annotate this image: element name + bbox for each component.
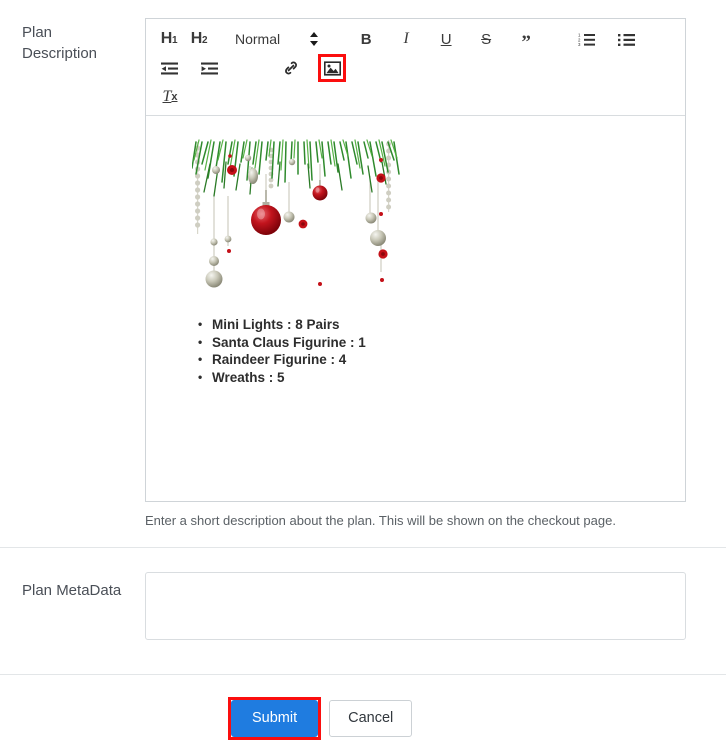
heading-2-button[interactable]: H2 bbox=[186, 26, 212, 52]
clear-formatting-icon[interactable]: Tx bbox=[157, 84, 183, 110]
list-item: Raindeer Figurine : 4 bbox=[198, 351, 669, 369]
list-item: Santa Claus Figurine : 1 bbox=[198, 334, 669, 352]
format-select[interactable]: Normal bbox=[232, 26, 283, 52]
plan-description-label-line2: Description bbox=[22, 45, 98, 62]
heading-2-label: H bbox=[190, 30, 203, 47]
plan-description-label: Plan Description bbox=[0, 0, 145, 64]
heading-1-button[interactable]: H1 bbox=[156, 26, 182, 52]
bullet-list-icon[interactable] bbox=[613, 26, 639, 52]
plan-metadata-input[interactable] bbox=[145, 572, 686, 640]
plan-description-control: H1 H2 Normal B I U S ” 1 2 3 T x • Mini … bbox=[145, 0, 726, 530]
editor-container: H1 H2 Normal B I U S ” 1 2 3 T x • Mini … bbox=[145, 18, 686, 502]
svg-text:3: 3 bbox=[578, 42, 581, 47]
red-bauble-small bbox=[312, 180, 328, 201]
submit-button-highlight: Submit bbox=[228, 697, 322, 740]
christmas-garland-image bbox=[192, 137, 400, 288]
link-icon[interactable] bbox=[278, 55, 304, 81]
plan-description-label-line1: Plan bbox=[22, 24, 53, 41]
section-divider-top bbox=[0, 547, 726, 548]
plan-metadata-row: Plan MetaData bbox=[0, 572, 726, 645]
heading-1-sub: 1 bbox=[172, 35, 178, 46]
clear-formatting-sub: x bbox=[171, 90, 178, 103]
list-item: Mini Lights : 8 Pairs bbox=[198, 316, 669, 334]
outdent-icon[interactable] bbox=[156, 55, 182, 81]
plan-description-row: Plan Description H1 H2 Normal B I U S ” … bbox=[0, 0, 726, 530]
italic-button[interactable]: I bbox=[393, 26, 419, 52]
submit-button[interactable]: Submit bbox=[231, 700, 319, 737]
editor-toolbar-row-2: Tx bbox=[154, 83, 677, 111]
clear-formatting-label: T bbox=[162, 88, 172, 105]
image-icon[interactable] bbox=[318, 54, 346, 82]
pine-branches bbox=[192, 137, 400, 197]
description-list: Mini Lights : 8 Pairs Santa Claus Figuri… bbox=[162, 316, 669, 386]
heading-1-label: H bbox=[160, 30, 173, 47]
plan-description-help-text: Enter a short description about the plan… bbox=[145, 513, 616, 528]
red-bauble-large bbox=[251, 190, 281, 235]
editor-toolbar: H1 H2 Normal B I U S ” 1 2 3 T x bbox=[146, 19, 685, 116]
strikethrough-button[interactable]: S bbox=[473, 26, 499, 52]
format-stepper-icon[interactable] bbox=[307, 31, 321, 47]
plan-metadata-control bbox=[145, 572, 726, 645]
bold-button[interactable]: B bbox=[353, 26, 379, 52]
rich-text-editor: H1 H2 Normal B I U S ” 1 2 3 T x • Mini … bbox=[145, 18, 704, 530]
section-divider-bottom bbox=[0, 674, 726, 675]
list-item: Wreaths : 5 bbox=[198, 369, 669, 387]
form-actions: Submit Cancel bbox=[0, 697, 726, 740]
indent-icon[interactable] bbox=[196, 55, 222, 81]
editor-content-area[interactable]: Mini Lights : 8 Pairs Santa Claus Figuri… bbox=[146, 116, 685, 501]
plan-metadata-label: Plan MetaData bbox=[22, 582, 122, 599]
cancel-button[interactable]: Cancel bbox=[329, 700, 413, 737]
blockquote-button[interactable]: ” bbox=[513, 26, 539, 52]
heading-2-sub: 2 bbox=[202, 35, 208, 46]
underline-button[interactable]: U bbox=[433, 26, 459, 52]
ordered-list-icon[interactable]: 1 2 3 bbox=[573, 26, 599, 52]
